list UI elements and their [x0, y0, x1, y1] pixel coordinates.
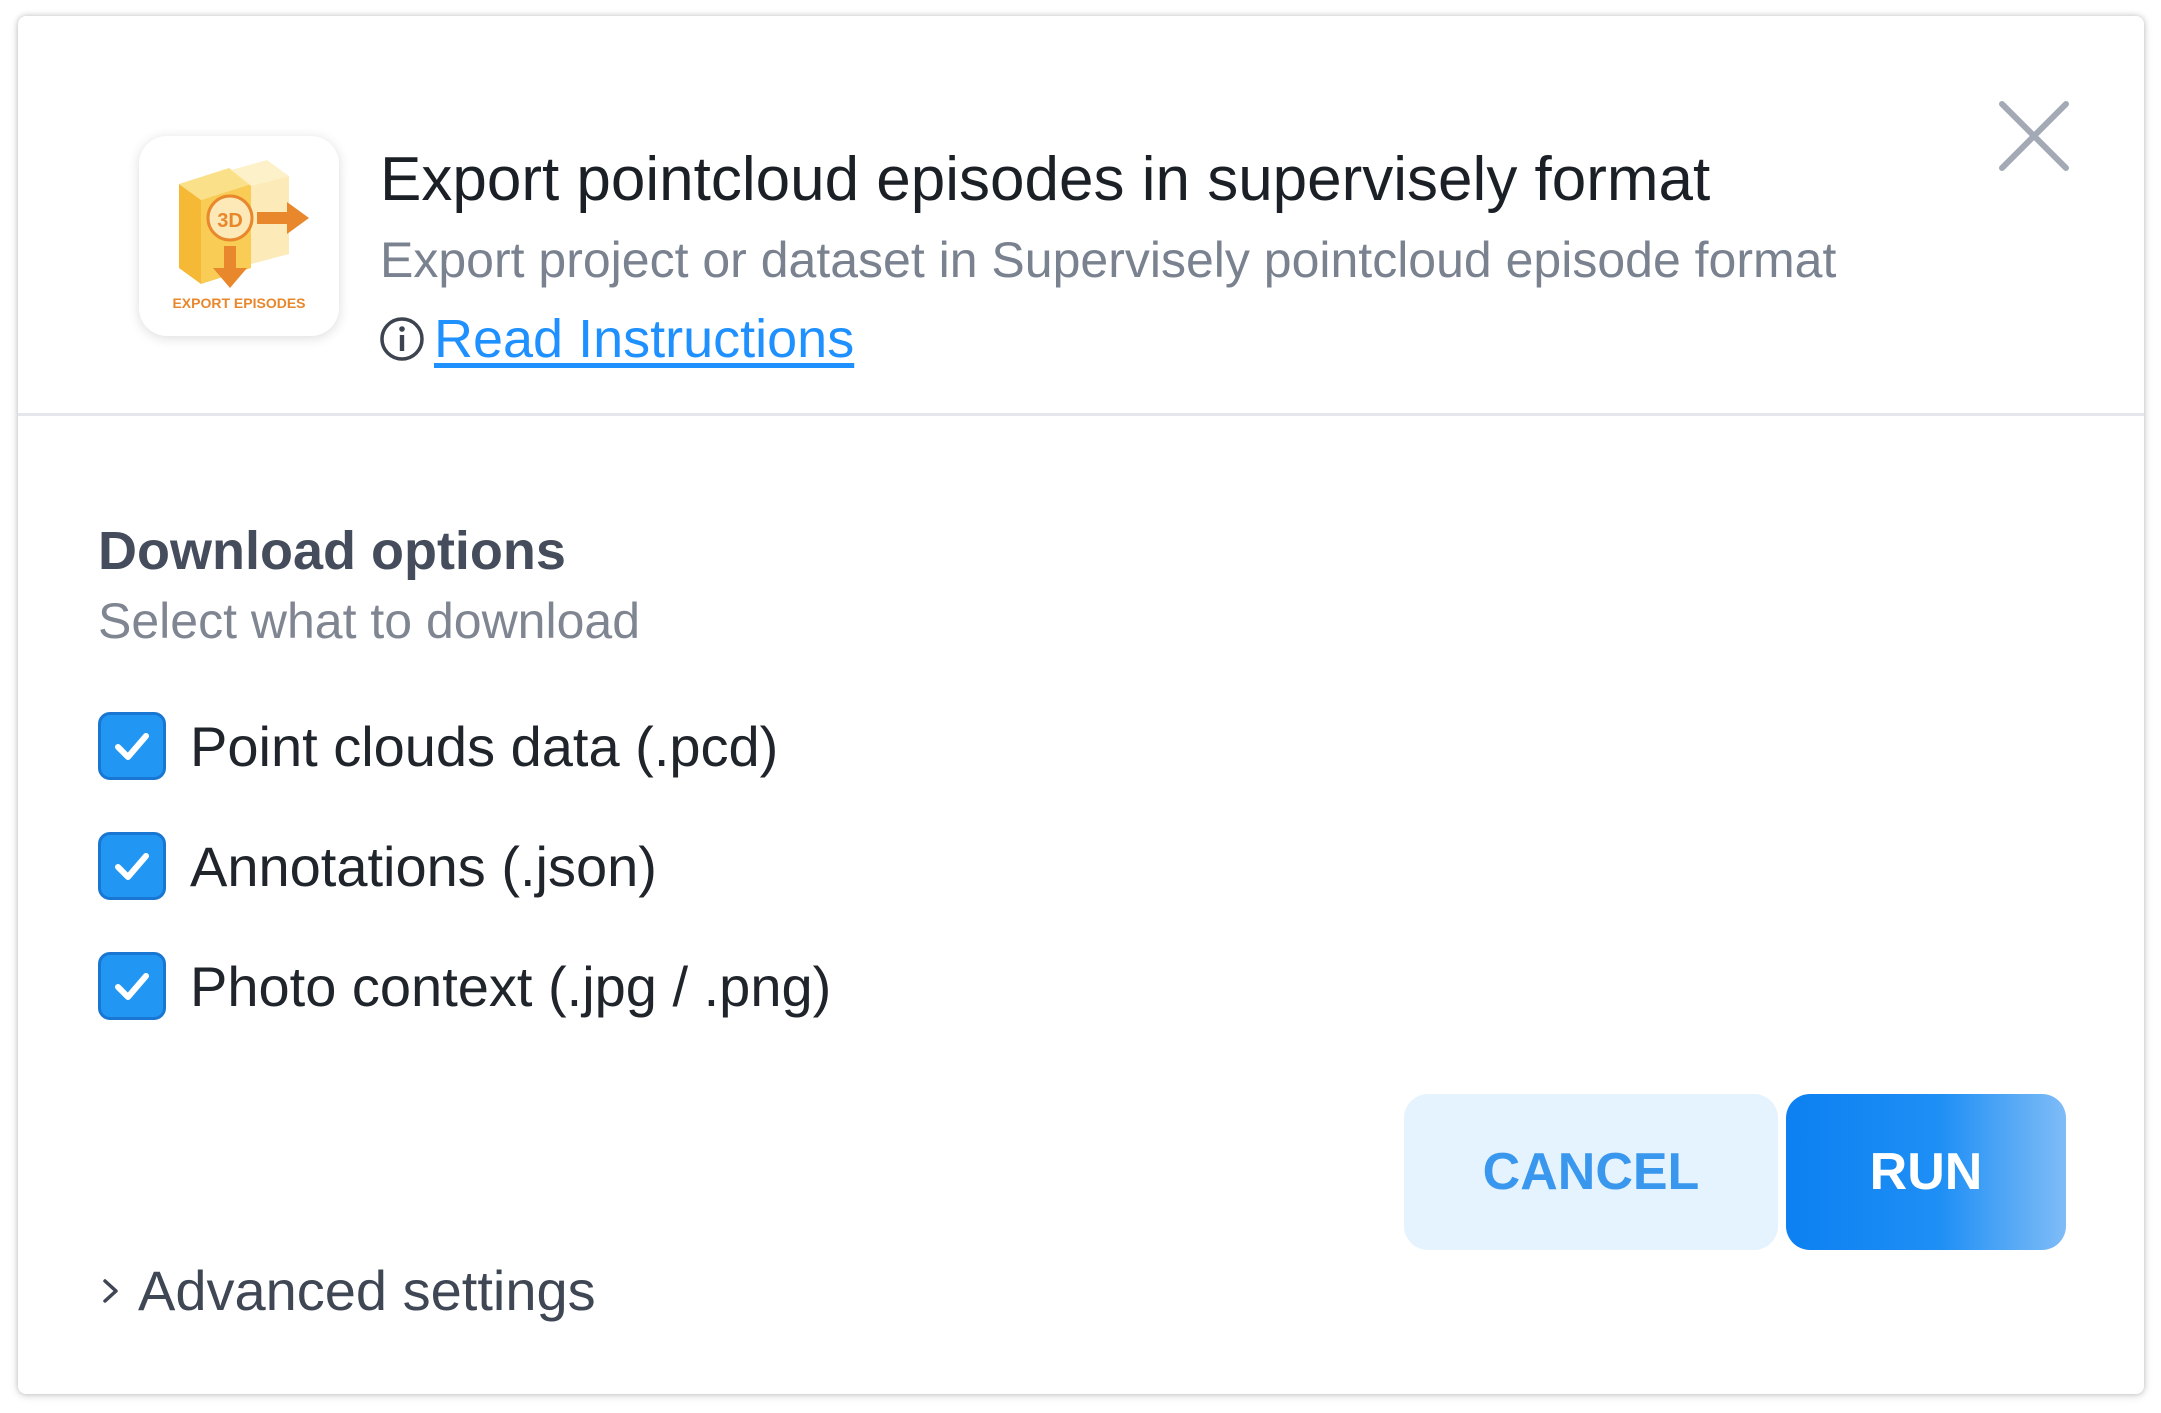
- info-icon: [380, 317, 424, 361]
- cancel-button[interactable]: CANCEL: [1404, 1094, 1778, 1250]
- logo-caption: EXPORT EPISODES: [172, 295, 305, 311]
- advanced-settings-toggle[interactable]: Advanced settings: [96, 1258, 596, 1323]
- read-instructions-link[interactable]: Read Instructions: [434, 308, 854, 370]
- checkmark-icon: [115, 853, 149, 880]
- app-subtitle: Export project or dataset in Supervisely…: [380, 232, 1837, 288]
- run-button[interactable]: RUN: [1786, 1094, 2066, 1250]
- download-options-subtitle: Select what to download: [98, 593, 641, 649]
- app-logo: 3D EXPORT EPISODES: [139, 136, 339, 336]
- close-icon[interactable]: [1994, 96, 2074, 176]
- chevron-right-icon: [103, 1278, 118, 1303]
- app-title: Export pointcloud episodes in supervisel…: [380, 145, 1711, 214]
- option-annotations[interactable]: Annotations (.json): [98, 832, 657, 900]
- photo-context-checkbox[interactable]: [98, 952, 166, 1020]
- point-clouds-label: Point clouds data (.pcd): [190, 714, 779, 778]
- option-photo-context[interactable]: Photo context (.jpg / .png): [98, 952, 831, 1020]
- advanced-settings-label: Advanced settings: [138, 1259, 596, 1322]
- annotations-checkbox[interactable]: [98, 832, 166, 900]
- download-options-title: Download options: [98, 521, 566, 581]
- point-clouds-checkbox[interactable]: [98, 712, 166, 780]
- annotations-label: Annotations (.json): [190, 834, 657, 898]
- checkmark-icon: [115, 973, 149, 1000]
- option-point-clouds[interactable]: Point clouds data (.pcd): [98, 712, 778, 780]
- checkmark-icon: [115, 733, 149, 760]
- photo-context-label: Photo context (.jpg / .png): [190, 954, 832, 1018]
- logo-badge-text: 3D: [217, 210, 243, 232]
- dialog-header: 3D EXPORT EPISODES Export pointcloud epi…: [18, 16, 2144, 416]
- read-instructions[interactable]: Read Instructions: [378, 308, 854, 370]
- export-episodes-logo-icon: 3D EXPORT EPISODES: [172, 160, 309, 311]
- export-dialog: 3D EXPORT EPISODES Export pointcloud epi…: [18, 16, 2144, 1394]
